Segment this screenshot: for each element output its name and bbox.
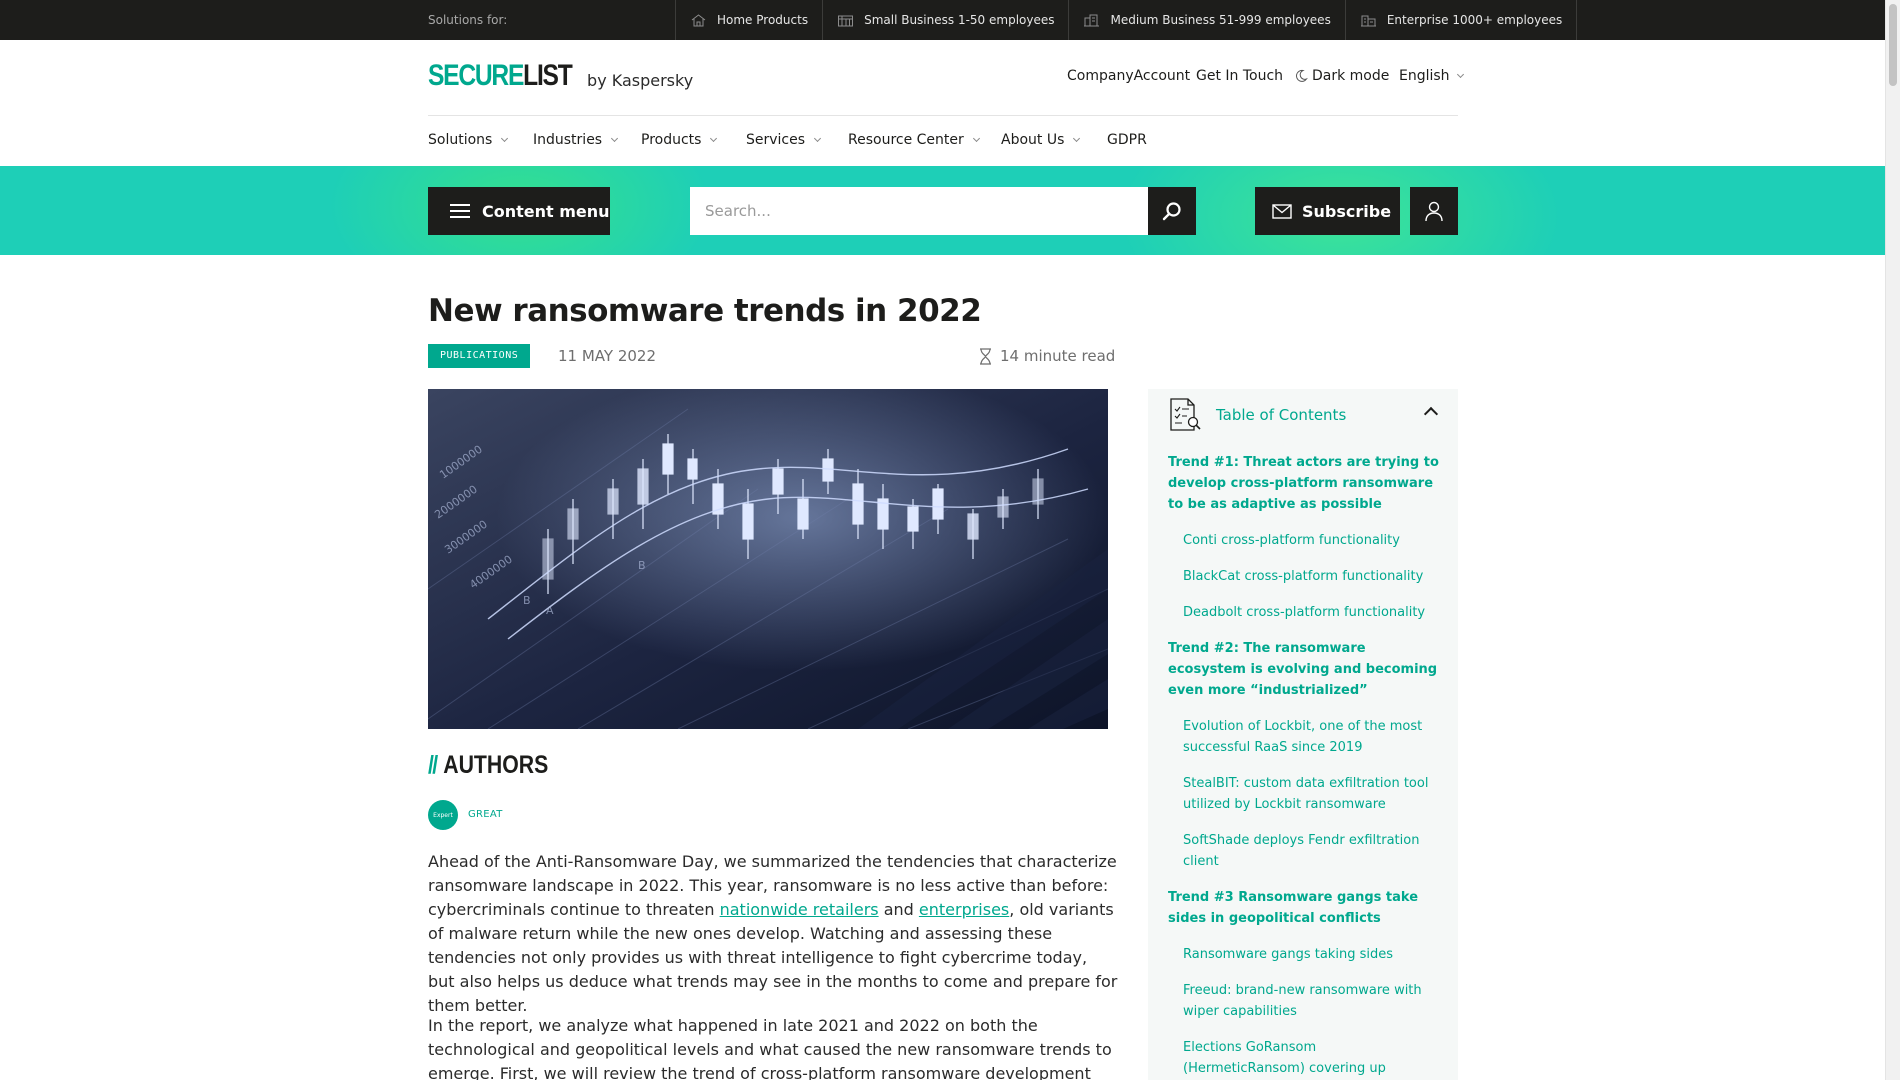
nav-item-resource-center[interactable]: Resource Center bbox=[848, 130, 1001, 150]
toc-subitem[interactable]: Deadbolt cross-platform functionality bbox=[1183, 602, 1440, 623]
language-select[interactable]: English bbox=[1399, 68, 1464, 84]
hero-image: 1000000 2000000 3000000 4000000 BBA bbox=[428, 389, 1108, 729]
nav-item-gdpr[interactable]: GDPR bbox=[1107, 130, 1147, 150]
main-nav: Solutions Industries Products Services R… bbox=[428, 130, 1147, 150]
article-paragraph-2: In the report, we analyze what happened … bbox=[428, 1016, 1112, 1080]
nationwide-retailers-link[interactable]: nationwide retailers bbox=[720, 900, 879, 919]
scrollbar-thumb[interactable] bbox=[1889, 4, 1897, 86]
logo-wordmark: SECURELIST bbox=[428, 59, 573, 92]
page-scrollbar[interactable] bbox=[1885, 0, 1900, 1080]
svg-text:B: B bbox=[523, 594, 531, 607]
authors-heading: //AUTHORS bbox=[428, 751, 549, 779]
toc-subitem[interactable]: Conti cross-platform functionality bbox=[1183, 530, 1440, 551]
chevron-up-icon[interactable] bbox=[1423, 406, 1439, 422]
toc-subitem[interactable]: SoftShade deploys Fendr exfiltration cli… bbox=[1183, 830, 1440, 872]
header-divider bbox=[428, 115, 1458, 116]
toc-subitem[interactable]: Ransomware gangs taking sides bbox=[1183, 944, 1440, 965]
toc-item[interactable]: Trend #1: Threat actors are trying to de… bbox=[1168, 452, 1440, 515]
dark-mode-toggle[interactable]: Dark mode bbox=[1294, 68, 1389, 84]
segment-medium-business[interactable]: Medium Business 51-999 employees bbox=[1069, 0, 1346, 40]
toc-list: Trend #1: Threat actors are trying to de… bbox=[1168, 452, 1440, 1080]
nav-item-about-us[interactable]: About Us bbox=[1001, 130, 1107, 150]
medium-business-icon bbox=[1084, 14, 1100, 26]
chevron-down-icon bbox=[972, 134, 980, 142]
segment-label: Medium Business 51-999 employees bbox=[1110, 13, 1331, 27]
table-of-contents: Table of Contents Trend #1: Threat actor… bbox=[1148, 389, 1458, 1080]
solutions-segments: Home Products Small Business 1-50 employ… bbox=[675, 0, 1578, 40]
user-icon bbox=[1425, 201, 1443, 222]
svg-text:A: A bbox=[546, 604, 554, 617]
search-icon bbox=[1162, 202, 1181, 221]
moon-icon bbox=[1295, 69, 1308, 82]
toc-subitem[interactable]: BlackCat cross-platform functionality bbox=[1183, 566, 1440, 587]
segment-label: Enterprise 1000+ employees bbox=[1386, 13, 1563, 27]
solutions-bar: Solutions for: Home Products Small Busin… bbox=[0, 0, 1885, 40]
article-title: New ransomware trends in 2022 bbox=[428, 293, 982, 329]
publish-date: 11 MAY 2022 bbox=[558, 347, 656, 365]
enterprises-link[interactable]: enterprises bbox=[919, 900, 1009, 919]
chevron-down-icon bbox=[710, 134, 718, 142]
chevron-down-icon bbox=[501, 134, 509, 142]
account-button[interactable] bbox=[1410, 187, 1458, 235]
article-paragraph-1: Ahead of the Anti-Ransomware Day, we sum… bbox=[428, 852, 1118, 1015]
toc-subitem[interactable]: StealBIT: custom data exfiltration tool … bbox=[1183, 773, 1440, 815]
toc-title: Table of Contents bbox=[1216, 406, 1347, 424]
author-avatar[interactable]: Expert bbox=[428, 800, 458, 830]
nav-item-solutions[interactable]: Solutions bbox=[428, 130, 533, 150]
search-button[interactable] bbox=[1148, 187, 1196, 235]
search-banner: Content menu Subscribe bbox=[0, 166, 1885, 255]
segment-home-products[interactable]: Home Products bbox=[676, 0, 824, 40]
toc-subitem[interactable]: Elections GoRansom (HermeticRansom) cove… bbox=[1183, 1037, 1440, 1080]
solutions-label: Solutions for: bbox=[428, 13, 508, 27]
hamburger-icon bbox=[450, 204, 470, 218]
enterprise-icon bbox=[1360, 15, 1376, 26]
stock-chart-image: 1000000 2000000 3000000 4000000 BBA bbox=[428, 389, 1108, 729]
home-icon bbox=[691, 13, 706, 26]
content-menu-label: Content menu bbox=[482, 201, 610, 221]
get-in-touch-link[interactable]: Get In Touch bbox=[1196, 68, 1283, 84]
slash-mark: // bbox=[428, 751, 438, 779]
chevron-down-icon bbox=[814, 134, 822, 142]
search-input[interactable] bbox=[690, 187, 1148, 235]
toc-subitem[interactable]: Freeud: brand-new ransomware with wiper … bbox=[1183, 980, 1440, 1022]
dark-mode-label: Dark mode bbox=[1312, 68, 1390, 84]
mail-icon bbox=[1272, 203, 1292, 219]
read-time: 14 minute read bbox=[979, 347, 1115, 365]
search-field[interactable] bbox=[690, 187, 1148, 235]
nav-item-industries[interactable]: Industries bbox=[533, 130, 641, 150]
subscribe-button[interactable]: Subscribe bbox=[1255, 187, 1400, 235]
segment-label: Small Business 1-50 employees bbox=[864, 13, 1055, 27]
chevron-down-icon bbox=[1073, 134, 1081, 142]
nav-item-products[interactable]: Products bbox=[641, 130, 746, 150]
toc-subitem[interactable]: Evolution of Lockbit, one of the most su… bbox=[1183, 716, 1440, 758]
chevron-down-icon bbox=[1456, 70, 1464, 78]
hourglass-icon bbox=[980, 347, 991, 365]
segment-enterprise[interactable]: Enterprise 1000+ employees bbox=[1346, 0, 1578, 40]
svg-text:B: B bbox=[638, 559, 646, 572]
logo-suffix: by Kaspersky bbox=[587, 71, 694, 90]
segment-label: Home Products bbox=[717, 13, 809, 27]
segment-small-business[interactable]: Small Business 1-50 employees bbox=[823, 0, 1070, 40]
read-time-label: 14 minute read bbox=[1000, 347, 1116, 365]
small-business-icon bbox=[838, 15, 854, 26]
category-badge[interactable]: PUBLICATIONS bbox=[428, 344, 531, 368]
document-search-icon bbox=[1170, 398, 1201, 431]
site-logo[interactable]: SECURELIST by Kaspersky bbox=[428, 61, 693, 91]
company-account-link[interactable]: CompanyAccount bbox=[1067, 68, 1190, 84]
author-name-link[interactable]: GREAT bbox=[468, 809, 503, 820]
toc-item[interactable]: Trend #3 Ransomware gangs take sides in … bbox=[1168, 887, 1440, 929]
content-menu-button[interactable]: Content menu bbox=[428, 187, 610, 235]
subscribe-label: Subscribe bbox=[1302, 201, 1392, 221]
language-label: English bbox=[1399, 68, 1450, 84]
toc-header[interactable]: Table of Contents bbox=[1168, 397, 1346, 433]
toc-item[interactable]: Trend #2: The ransomware ecosystem is ev… bbox=[1168, 638, 1440, 701]
nav-item-services[interactable]: Services bbox=[746, 130, 848, 150]
chevron-down-icon bbox=[611, 134, 619, 142]
